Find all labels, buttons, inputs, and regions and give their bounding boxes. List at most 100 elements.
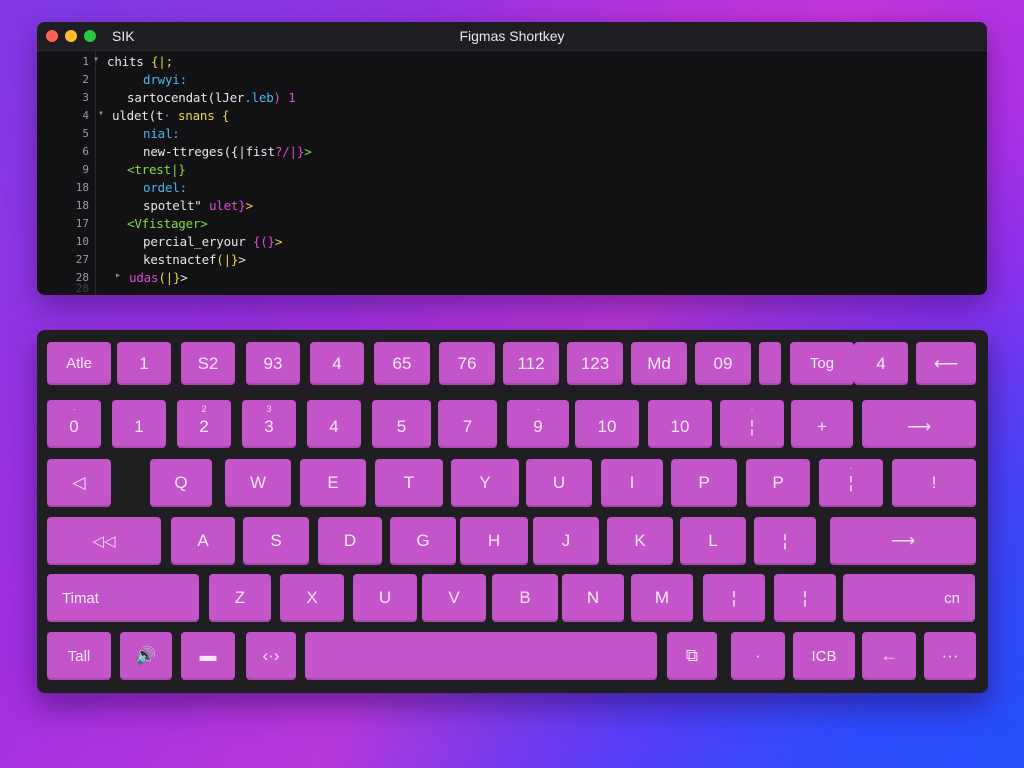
- key-enter[interactable]: ⟶: [830, 517, 976, 565]
- code-editor[interactable]: 1 2 3 4 5 6 9 18 18 17 10 27 28 28 ▾ chits {|; drwyi: sa…: [37, 51, 987, 295]
- key-z[interactable]: Z: [209, 574, 271, 622]
- key-m[interactable]: M: [631, 574, 693, 622]
- key-p[interactable]: P: [671, 459, 737, 507]
- key-09[interactable]: 09: [695, 342, 751, 385]
- key-backspace[interactable]: ⟵: [916, 342, 976, 385]
- key-left-arrow[interactable]: ←: [862, 632, 916, 680]
- key-dot[interactable]: ·: [731, 632, 785, 680]
- key-plus[interactable]: +: [791, 400, 853, 448]
- key-10b[interactable]: 10: [648, 400, 712, 448]
- code-line: chits {|;: [107, 54, 173, 69]
- key-camera[interactable]: ⧉: [667, 632, 717, 680]
- key-label: D: [343, 531, 357, 550]
- code-token: ) 1: [273, 90, 296, 105]
- key-v[interactable]: V: [422, 574, 486, 622]
- key-bar[interactable]: ¦ ·: [819, 459, 883, 507]
- key-cn[interactable]: cn: [843, 574, 975, 622]
- key-a[interactable]: A: [171, 517, 235, 565]
- key-10[interactable]: 10: [575, 400, 639, 448]
- key-minus[interactable]: ▬: [181, 632, 235, 680]
- key-code[interactable]: ‹·›: [246, 632, 296, 680]
- key-1[interactable]: 1: [112, 400, 166, 448]
- key-label: 1: [139, 353, 149, 373]
- key-space[interactable]: [305, 632, 657, 680]
- key-7[interactable]: 7: [438, 400, 497, 448]
- key-d[interactable]: D: [318, 517, 382, 565]
- key-g[interactable]: G: [390, 517, 456, 565]
- key-b[interactable]: B: [492, 574, 558, 622]
- fold-toggle-icon[interactable]: ▸: [115, 270, 121, 281]
- key-tall[interactable]: Tall: [47, 632, 111, 680]
- key-u[interactable]: U: [353, 574, 417, 622]
- line-number: 2: [82, 73, 89, 86]
- key-0[interactable]: 0 ·: [47, 400, 101, 448]
- code-line: drwyi:: [143, 72, 187, 87]
- key-w[interactable]: W: [225, 459, 291, 507]
- key-label: ¦: [749, 417, 755, 436]
- key-tab[interactable]: ◁: [47, 459, 111, 507]
- key-label: W: [249, 473, 267, 492]
- key-123[interactable]: 123: [567, 342, 623, 385]
- key-l[interactable]: L: [680, 517, 746, 565]
- code-line: udas(|}>: [129, 270, 188, 285]
- key-label: ⟶: [906, 417, 932, 436]
- key-md[interactable]: Md: [631, 342, 687, 385]
- key-3[interactable]: 33: [242, 400, 296, 448]
- fold-toggle-icon[interactable]: ▾: [93, 54, 99, 65]
- keyboard-panel: Atle 1 S2 93 4 65 76 112 123 Md 09 Tog 4 ⟵ 0 · 1 2 2 3 3 4 5 7 9…: [37, 330, 988, 693]
- fold-toggle-icon[interactable]: ▾: [98, 108, 104, 119]
- key-e[interactable]: E: [300, 459, 366, 507]
- key-speaker[interactable]: 🔊: [120, 632, 172, 680]
- key-65[interactable]: 65: [374, 342, 430, 385]
- key-s2[interactable]: S2: [181, 342, 235, 385]
- key-icb[interactable]: ICB: [793, 632, 855, 680]
- line-number: 5: [82, 127, 89, 140]
- key-more[interactable]: ···: [924, 632, 976, 680]
- key-return-arrow[interactable]: ⟶: [862, 400, 976, 448]
- line-number: 18: [75, 199, 89, 212]
- key-label: ⧉: [685, 646, 699, 665]
- key-q[interactable]: Q: [150, 459, 212, 507]
- key-9[interactable]: 9 ·: [507, 400, 569, 448]
- key-s[interactable]: S: [243, 517, 309, 565]
- key-112[interactable]: 112: [503, 342, 559, 385]
- key-t[interactable]: T: [375, 459, 443, 507]
- key-bar-b[interactable]: ¦: [774, 574, 836, 622]
- key-2[interactable]: 22: [177, 400, 231, 448]
- key-x[interactable]: X: [280, 574, 344, 622]
- key-j[interactable]: J: [533, 517, 599, 565]
- key-u[interactable]: U: [526, 459, 592, 507]
- code-token: ·: [163, 108, 178, 123]
- key-label: H: [487, 531, 501, 550]
- key-k[interactable]: K: [607, 517, 673, 565]
- key-1[interactable]: 1: [117, 342, 171, 385]
- key-label: ←: [880, 646, 898, 665]
- line-number: 18: [75, 181, 89, 194]
- key-blank[interactable]: [759, 342, 781, 385]
- key-atle[interactable]: Atle: [47, 342, 111, 385]
- key-label: B: [519, 588, 531, 607]
- key-pb[interactable]: P: [746, 459, 810, 507]
- key-bar[interactable]: ¦: [703, 574, 765, 622]
- key-label: 4: [329, 417, 339, 436]
- key-double-left[interactable]: ◁◁: [47, 517, 161, 565]
- key-4b[interactable]: 4: [854, 342, 908, 385]
- key-exclamation[interactable]: !: [892, 459, 976, 507]
- key-5[interactable]: 5: [372, 400, 431, 448]
- key-4[interactable]: 4: [307, 400, 361, 448]
- key-n[interactable]: N: [562, 574, 624, 622]
- key-timat[interactable]: Timat: [47, 574, 199, 622]
- key-4[interactable]: 4: [310, 342, 364, 385]
- key-h[interactable]: H: [460, 517, 528, 565]
- key-y[interactable]: Y: [451, 459, 519, 507]
- key-93[interactable]: 93: [246, 342, 300, 385]
- key-label: ¦: [848, 473, 854, 492]
- code-line: sartocendat(lJer.leb) 1: [127, 90, 296, 105]
- line-number: 3: [82, 91, 89, 104]
- key-i[interactable]: I: [601, 459, 663, 507]
- key-tog[interactable]: Tog: [790, 342, 854, 385]
- code-token: new-ttreges: [143, 144, 224, 159]
- key-76[interactable]: 76: [439, 342, 495, 385]
- key-pipe[interactable]: ¦ ·: [720, 400, 784, 448]
- key-bar[interactable]: ¦: [754, 517, 816, 565]
